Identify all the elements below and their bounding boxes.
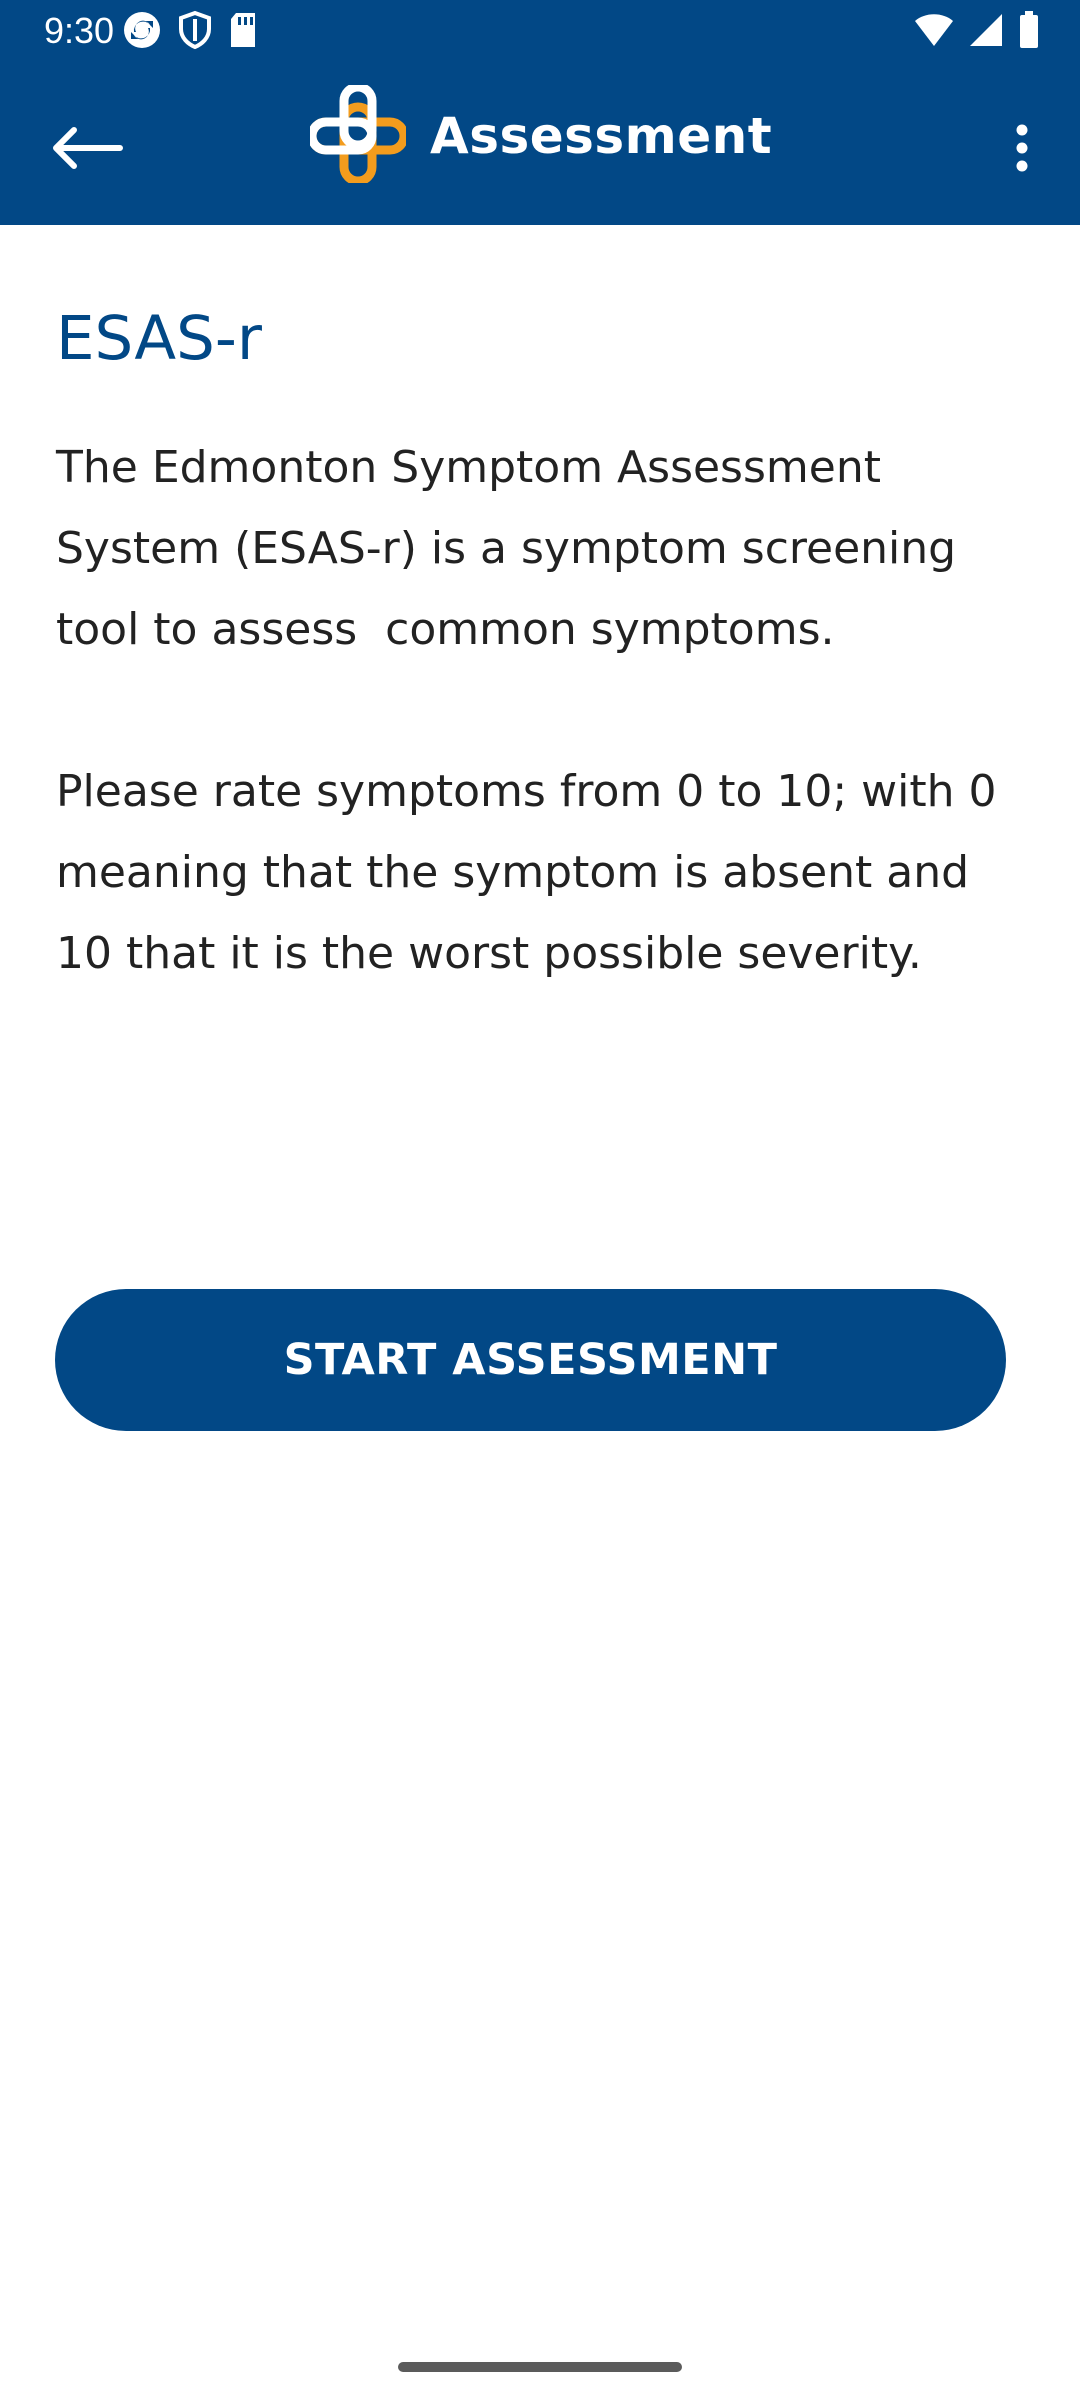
cross-logo-icon xyxy=(307,82,409,187)
start-assessment-button[interactable]: START ASSESSMENT xyxy=(55,1289,1006,1431)
status-time: 9:30 xyxy=(44,10,115,51)
battery-icon xyxy=(1018,10,1040,54)
intro-paragraph: The Edmonton Symptom Assessment System (… xyxy=(56,442,971,655)
overflow-menu-button[interactable] xyxy=(982,100,1062,200)
app-title-group: Assessment xyxy=(307,82,773,187)
app-bar: Assessment xyxy=(0,64,1080,225)
sd-card-icon xyxy=(228,11,258,53)
app-bar-title: Assessment xyxy=(430,107,773,165)
status-left-icons xyxy=(122,10,258,54)
more-vert-icon xyxy=(1014,123,1030,177)
home-indicator[interactable] xyxy=(398,2362,682,2372)
shield-icon xyxy=(178,10,212,54)
arrow-back-icon xyxy=(48,124,124,176)
page-title: ESAS-r xyxy=(56,303,262,374)
instructions-paragraph: Please rate symptoms from 0 to 10; with … xyxy=(56,766,997,979)
main-content: ESAS-r The Edmonton Symptom Assessment S… xyxy=(56,225,1024,994)
app-screen: 9:30 Assessment ESAS-r The Edmonton Symp… xyxy=(0,0,1080,2400)
wifi-icon xyxy=(914,12,954,52)
back-button[interactable] xyxy=(36,100,136,200)
signal-icon xyxy=(968,12,1004,52)
status-right-icons xyxy=(914,10,1040,54)
sync-icon xyxy=(122,10,162,54)
status-bar: 9:30 xyxy=(0,0,1080,64)
